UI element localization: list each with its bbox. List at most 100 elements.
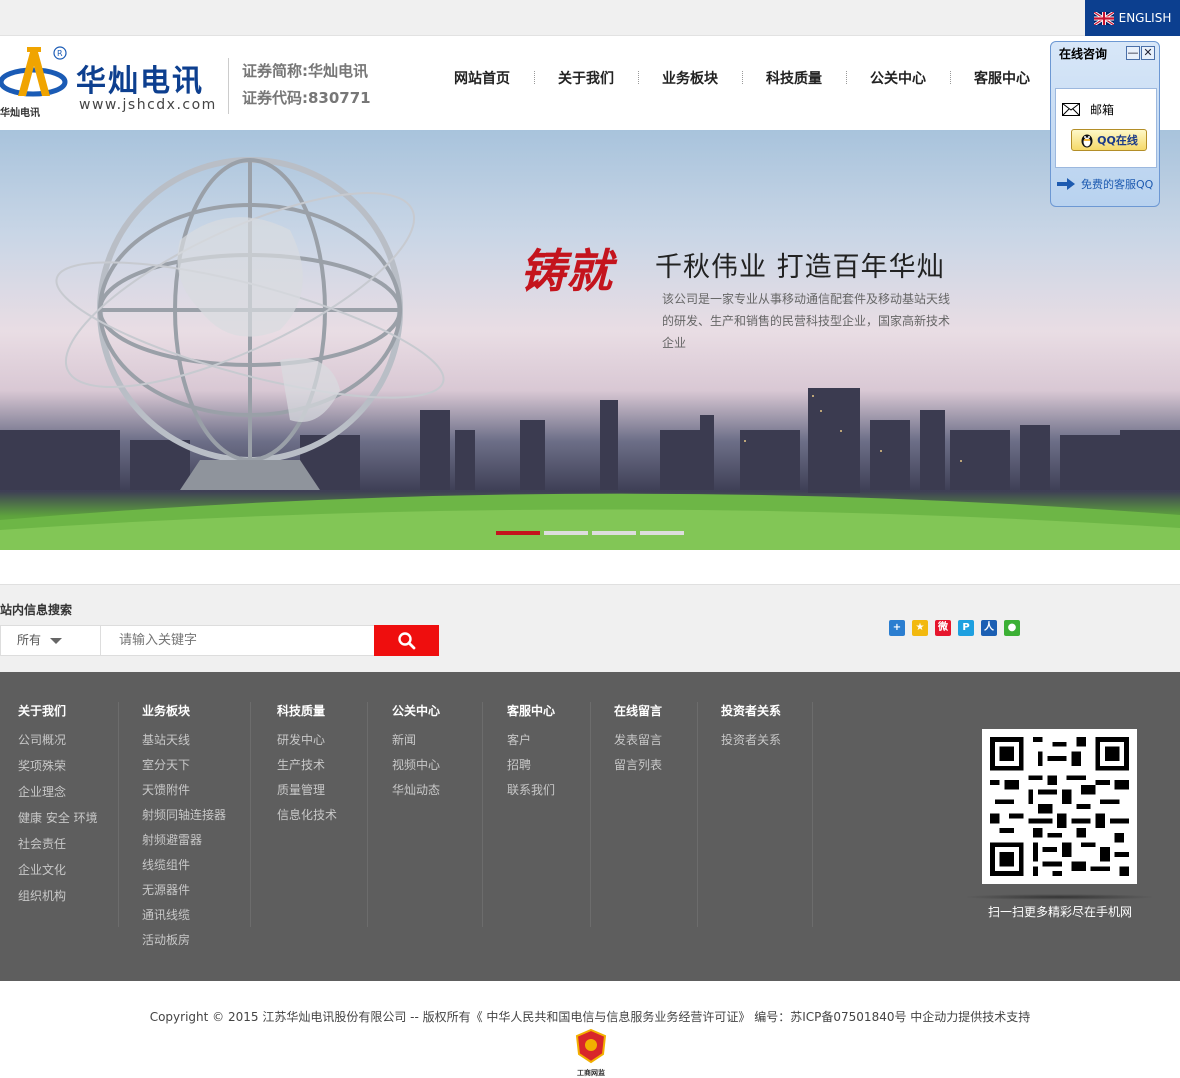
- share-tencent-icon[interactable]: P: [958, 620, 974, 636]
- footer-divider: [118, 702, 119, 927]
- english-language-button[interactable]: ENGLISH: [1085, 0, 1180, 36]
- share-renren-icon[interactable]: 人: [981, 620, 997, 636]
- banner-title: 千秋伟业 打造百年华灿: [655, 252, 945, 283]
- footer-link[interactable]: 射频同轴连接器: [142, 803, 226, 828]
- footer-link[interactable]: 发表留言: [614, 728, 662, 753]
- stock-short-name: 证券简称:华灿电讯: [242, 62, 368, 80]
- footer-divider: [590, 702, 591, 927]
- footer-link[interactable]: 健康 安全 环境: [18, 806, 98, 831]
- chat-mail-label: 邮箱: [1090, 103, 1115, 117]
- copyright-text: Copyright © 2015 江苏华灿电讯股份有限公司 -- 版权所有《 中…: [149, 1010, 1031, 1024]
- footer-divider: [367, 702, 368, 927]
- footer-link[interactable]: 公司概况: [18, 728, 98, 753]
- footer-link[interactable]: 信息化技术: [277, 803, 337, 828]
- nav-home[interactable]: 网站首页: [430, 68, 534, 88]
- share-more-icon[interactable]: +: [889, 620, 905, 636]
- logo-emblem-icon: R: [0, 46, 68, 97]
- slider-dot-4[interactable]: [640, 531, 684, 535]
- hero-banner[interactable]: 铸就 千秋伟业 打造百年华灿 该公司是一家专业从事移动通信配套件及移动基站天线的…: [0, 130, 1180, 550]
- slider-dot-2[interactable]: [544, 531, 588, 535]
- footer-col-about: 关于我们 公司概况 奖项殊荣 企业理念 健康 安全 环境 社会责任 企业文化 组…: [18, 702, 98, 909]
- svg-text:R: R: [57, 49, 63, 58]
- share-qzone-icon[interactable]: ★: [912, 620, 928, 636]
- footer-link[interactable]: 质量管理: [277, 778, 337, 803]
- footer-link[interactable]: 基站天线: [142, 728, 226, 753]
- footer-link[interactable]: 研发中心: [277, 728, 337, 753]
- banner-scenery: [0, 157, 1180, 550]
- top-bar: ENGLISH: [0, 0, 1180, 36]
- stock-code: 证券代码:830771: [242, 89, 371, 107]
- search-input[interactable]: [100, 625, 375, 656]
- qr-code-icon: [990, 737, 1129, 876]
- footer-col-head[interactable]: 在线留言: [614, 702, 662, 719]
- uk-flag-icon: [1093, 11, 1114, 25]
- footer-col-head[interactable]: 公关中心: [392, 702, 440, 719]
- footer-col-head[interactable]: 业务板块: [142, 702, 226, 719]
- slider-dot-1[interactable]: [496, 531, 540, 535]
- nav-technology[interactable]: 科技质量: [742, 68, 846, 88]
- footer-link[interactable]: 活动板房: [142, 928, 226, 953]
- footer-link[interactable]: 奖项殊荣: [18, 754, 98, 779]
- footer-link[interactable]: 新闻: [392, 728, 440, 753]
- search-label: 站内信息搜索: [0, 603, 73, 617]
- slider-dot-3[interactable]: [592, 531, 636, 535]
- footer-link[interactable]: 招聘: [507, 753, 555, 778]
- footer-link[interactable]: 视频中心: [392, 753, 440, 778]
- nav-business[interactable]: 业务板块: [638, 68, 742, 88]
- slider-dots: [496, 531, 684, 535]
- footer-link[interactable]: 无源器件: [142, 878, 226, 903]
- share-icons: + ★ 微 P 人 ●: [889, 620, 1020, 636]
- nav-pr-center[interactable]: 公关中心: [846, 68, 950, 88]
- footer-link[interactable]: 天馈附件: [142, 778, 226, 803]
- share-wechat-icon[interactable]: ●: [1004, 620, 1020, 636]
- footer-link[interactable]: 社会责任: [18, 832, 98, 857]
- nav-service-center[interactable]: 客服中心: [950, 68, 1054, 88]
- footer-col-business: 业务板块 基站天线 室分天下 天馈附件 射频同轴连接器 射频避雷器 线缆组件 无…: [142, 702, 226, 953]
- footer-link[interactable]: 组织机构: [18, 884, 98, 909]
- minimize-icon[interactable]: —: [1126, 46, 1140, 60]
- footer-link[interactable]: 通讯线缆: [142, 903, 226, 928]
- footer-link[interactable]: 投资者关系: [721, 728, 781, 753]
- banner-description: 该公司是一家专业从事移动通信配套件及移动基站天线的研发、生产和销售的民营科技型企…: [662, 292, 951, 350]
- footer-link[interactable]: 客户: [507, 728, 555, 753]
- mail-icon: [1062, 103, 1080, 116]
- footer-link[interactable]: 企业理念: [18, 780, 98, 805]
- footer-link[interactable]: 射频避雷器: [142, 828, 226, 853]
- footer-links: 关于我们 公司概况 奖项殊荣 企业理念 健康 安全 环境 社会责任 企业文化 组…: [0, 672, 1180, 981]
- arrow-right-icon: [1057, 178, 1075, 190]
- nav-about[interactable]: 关于我们: [534, 68, 638, 88]
- footer-link[interactable]: 生产技术: [277, 753, 337, 778]
- qr-shadow: [962, 894, 1157, 900]
- footer-link[interactable]: 留言列表: [614, 753, 662, 778]
- search-scope-select[interactable]: 所有: [0, 625, 101, 656]
- company-logo[interactable]: R 华灿电讯 www.jshcdx.com 华灿电讯: [0, 44, 215, 120]
- footer-col-pr: 公关中心 新闻 视频中心 华灿动态: [392, 702, 440, 803]
- business-badge[interactable]: 工商网监: [571, 1028, 611, 1077]
- footer-link[interactable]: 室分天下: [142, 753, 226, 778]
- qq-online-button[interactable]: QQ在线: [1071, 129, 1147, 151]
- logo-website-url: www.jshcdx.com: [79, 97, 217, 113]
- footer-link[interactable]: 企业文化: [18, 858, 98, 883]
- search-scope-value: 所有: [17, 633, 42, 647]
- footer-col-investor: 投资者关系 投资者关系: [721, 702, 781, 753]
- chat-title: 在线咨询: [1059, 47, 1108, 61]
- chat-window-controls: — ✕: [1126, 46, 1155, 60]
- share-weibo-icon[interactable]: 微: [935, 620, 951, 636]
- footer-col-head[interactable]: 客服中心: [507, 702, 555, 719]
- chat-mail-link[interactable]: 邮箱: [1062, 101, 1114, 118]
- main-nav: 网站首页 关于我们 业务板块 科技质量 公关中心 客服中心: [430, 68, 1054, 88]
- search-button[interactable]: [374, 625, 439, 656]
- footer-link[interactable]: 华灿动态: [392, 778, 440, 803]
- footer-divider: [697, 702, 698, 927]
- free-qq-link[interactable]: 免费的客服QQ: [1057, 176, 1153, 192]
- site-header: R 华灿电讯 www.jshcdx.com 华灿电讯 证券简称:华灿电讯 证券代…: [0, 36, 1180, 130]
- qq-penguin-icon: [1081, 134, 1093, 148]
- search-icon: [397, 631, 415, 649]
- footer-col-head[interactable]: 科技质量: [277, 702, 337, 719]
- footer-col-head[interactable]: 投资者关系: [721, 702, 781, 719]
- qq-online-label: QQ在线: [1097, 134, 1138, 147]
- footer-link[interactable]: 线缆组件: [142, 853, 226, 878]
- footer-col-head[interactable]: 关于我们: [18, 702, 98, 719]
- close-icon[interactable]: ✕: [1141, 46, 1155, 60]
- footer-link[interactable]: 联系我们: [507, 778, 555, 803]
